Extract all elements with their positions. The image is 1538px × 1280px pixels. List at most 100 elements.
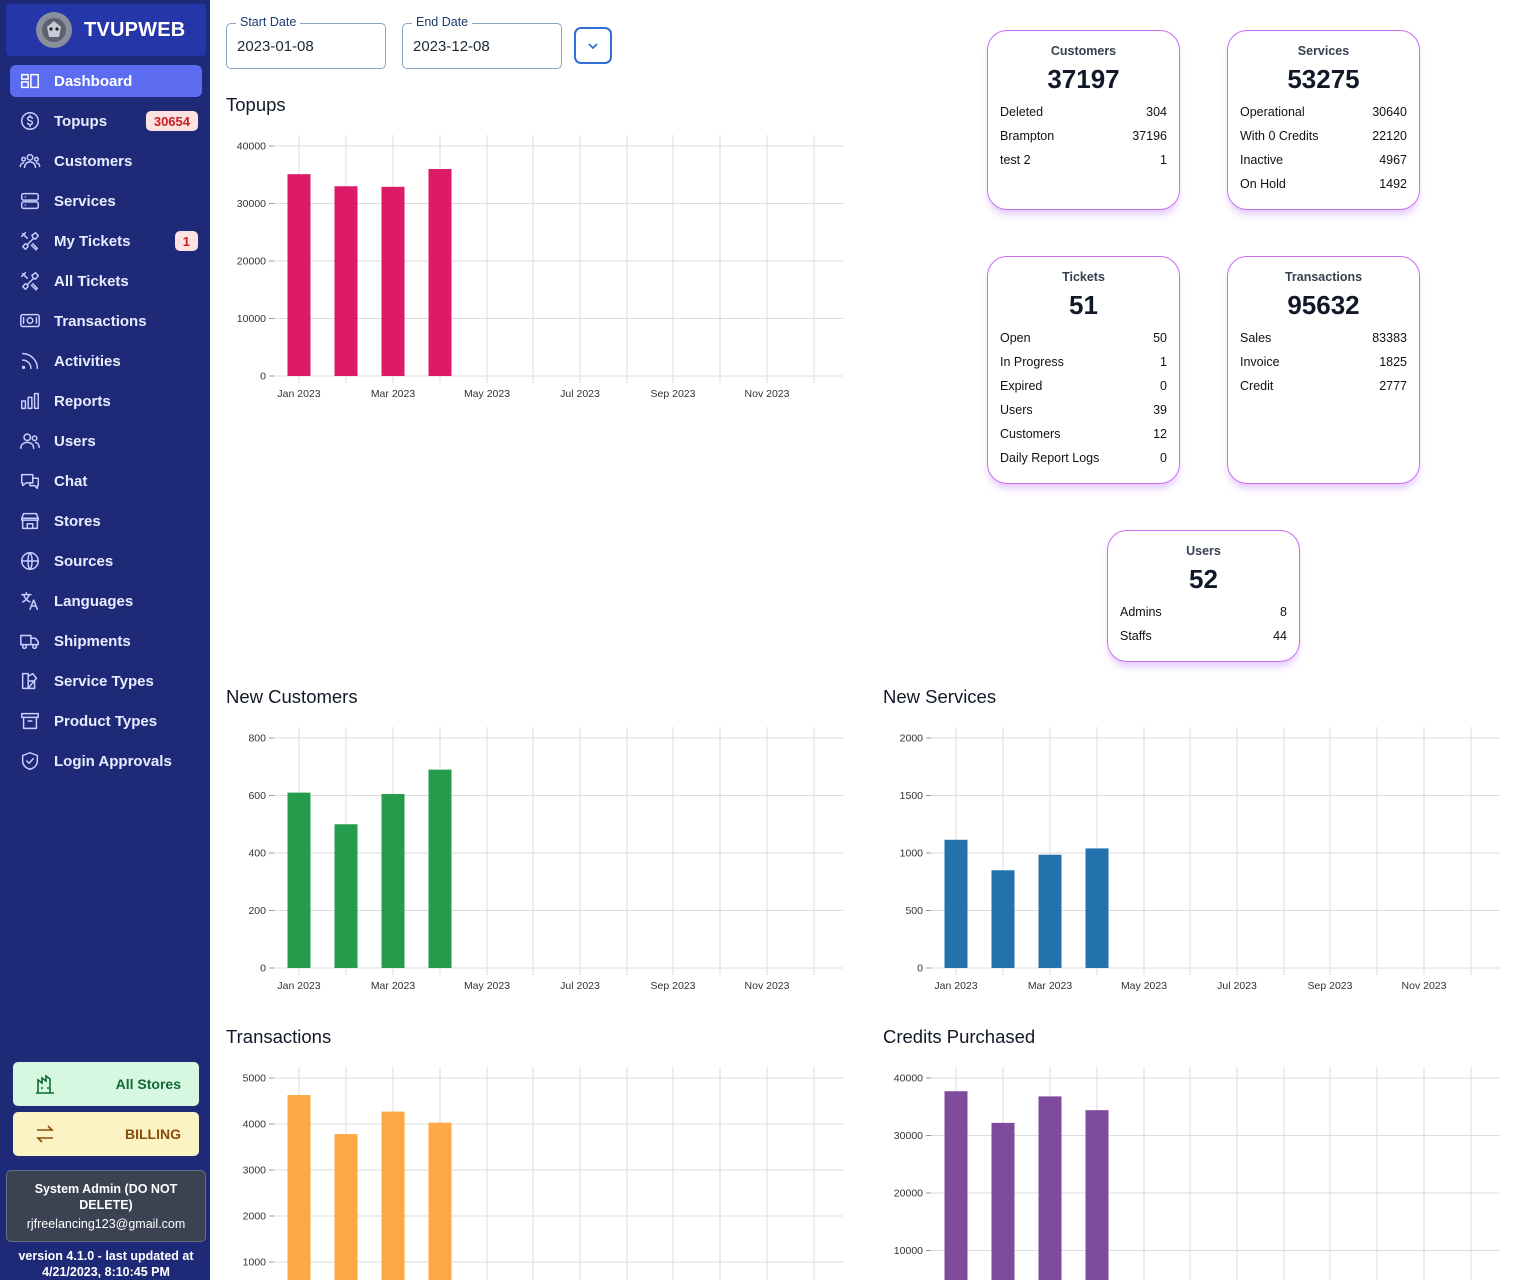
tools-icon xyxy=(18,229,42,253)
y-tick-label: 2000 xyxy=(243,1211,267,1223)
card-stat-label: On Hold xyxy=(1240,177,1286,191)
sidebar-item-product-types[interactable]: Product Types xyxy=(10,705,202,737)
bar xyxy=(287,1095,311,1280)
sidebar-item-reports[interactable]: Reports xyxy=(10,385,202,417)
x-tick-label: Jan 2023 xyxy=(934,980,977,992)
card-stat-value: 0 xyxy=(1160,451,1167,465)
y-tick-label: 3000 xyxy=(243,1165,267,1177)
sidebar-item-customers[interactable]: Customers xyxy=(10,145,202,177)
new-services-chart-title: New Services xyxy=(883,686,997,707)
card-title: Users xyxy=(1186,544,1221,558)
brand-logo-icon xyxy=(36,12,72,48)
card-stat-value: 12 xyxy=(1153,427,1167,441)
y-tick-label: 1500 xyxy=(900,790,924,802)
card-stat-row: Inactive 4967 xyxy=(1228,148,1419,172)
end-date-value: 2023-12-08 xyxy=(413,38,490,55)
card-stat-row: Open 50 xyxy=(988,326,1179,350)
card-stat-label: Daily Report Logs xyxy=(1000,451,1100,465)
card-stat-value: 8 xyxy=(1280,605,1287,619)
swatch-icon xyxy=(18,669,42,693)
count-badge: 30654 xyxy=(145,111,198,131)
sidebar-item-login-approvals[interactable]: Login Approvals xyxy=(10,745,202,777)
end-date-field[interactable]: End Date 2023-12-08 xyxy=(402,15,562,69)
start-date-field[interactable]: Start Date 2023-01-08 xyxy=(226,15,386,69)
bar xyxy=(287,174,311,376)
users-stat-card: Users 52 Admins 8 Staffs 44 xyxy=(1107,530,1300,662)
card-stat-label: Invoice xyxy=(1240,355,1280,369)
shield-check-icon xyxy=(18,749,42,773)
sidebar-item-users[interactable]: Users xyxy=(10,425,202,457)
count-badge: 1 xyxy=(174,231,198,251)
card-stat-row: With 0 Credits 22120 xyxy=(1228,124,1419,148)
sidebar-item-stores[interactable]: Stores xyxy=(10,505,202,537)
sidebar-item-languages[interactable]: Languages xyxy=(10,585,202,617)
bar xyxy=(334,186,358,376)
card-stat-value: 83383 xyxy=(1372,331,1407,345)
all-stores-button[interactable]: All Stores xyxy=(13,1062,199,1106)
transactions-chart-title: Transactions xyxy=(226,1026,332,1047)
rss-icon xyxy=(18,349,42,373)
y-tick-label: 20000 xyxy=(894,1188,923,1200)
card-stat-value: 30640 xyxy=(1372,105,1407,119)
card-stat-row: Admins 8 xyxy=(1108,600,1299,624)
transactions-stat-card: Transactions 95632 Sales 83383 Invoice 1825 Cr… xyxy=(1227,256,1420,484)
user-card[interactable]: System Admin (DO NOT DELETE) rjfreelanci… xyxy=(6,1170,206,1242)
sidebar-item-activities[interactable]: Activities xyxy=(10,345,202,377)
brand-header[interactable]: TVUPWEB xyxy=(6,4,206,56)
credits-purchased-chart-title: Credits Purchased xyxy=(883,1026,1036,1047)
arrows-exchange-icon xyxy=(36,1125,54,1143)
sidebar-item-label: Dashboard xyxy=(54,72,133,90)
sidebar-item-label: Reports xyxy=(54,392,111,410)
card-total: 51 xyxy=(1069,290,1098,320)
card-stat-label: Open xyxy=(1000,331,1031,345)
card-stat-row: Invoice 1825 xyxy=(1228,350,1419,374)
sidebar-item-shipments[interactable]: Shipments xyxy=(10,625,202,657)
sidebar-item-dashboard[interactable]: Dashboard xyxy=(10,65,202,97)
sidebar-item-sources[interactable]: Sources xyxy=(10,545,202,577)
version-text: version 4.1.0 - last updated at 4/21/202… xyxy=(18,1249,194,1279)
card-stat-label: With 0 Credits xyxy=(1240,129,1319,143)
users-icon xyxy=(18,429,42,453)
sidebar-item-all-tickets[interactable]: All Tickets xyxy=(10,265,202,297)
sidebar-item-transactions[interactable]: Transactions xyxy=(10,305,202,337)
sidebar: TVUPWEB Dashboard Topups 30654 Customers Ser… xyxy=(0,0,210,1280)
card-stat-label: Sales xyxy=(1240,331,1272,345)
archive-icon xyxy=(18,709,42,733)
bar xyxy=(381,794,405,968)
sidebar-item-label: Service Types xyxy=(54,672,154,690)
card-stat-value: 1492 xyxy=(1379,177,1407,191)
store-chart-icon xyxy=(36,1074,54,1094)
y-tick-label: 40000 xyxy=(237,141,266,153)
card-stat-label: Credit xyxy=(1240,379,1274,393)
x-tick-label: Sep 2023 xyxy=(651,388,696,400)
billing-button[interactable]: BILLING xyxy=(13,1112,199,1156)
sidebar-item-topups[interactable]: Topups 30654 xyxy=(10,105,202,137)
new-customers-chart: 0 200 400 600 800 Jan 2023 Mar 2023 May 2023 Jul… xyxy=(248,727,843,992)
dashboard-icon xyxy=(18,69,42,93)
sidebar-item-service-types[interactable]: Service Types xyxy=(10,665,202,697)
bar xyxy=(944,839,968,968)
y-tick-label: 0 xyxy=(260,371,266,383)
card-stat-row: Credit 2777 xyxy=(1228,374,1419,398)
sidebar-item-my-tickets[interactable]: My Tickets 1 xyxy=(10,225,202,257)
card-total: 53275 xyxy=(1287,64,1360,94)
card-stat-row: Expired 0 xyxy=(988,374,1179,398)
sidebar-item-label: Topups xyxy=(54,112,108,130)
bar xyxy=(287,792,311,968)
card-stat-label: Inactive xyxy=(1240,153,1284,167)
card-stat-row: test 2 1 xyxy=(988,148,1179,172)
sidebar-item-services[interactable]: Services xyxy=(10,185,202,217)
topups-chart-title: Topups xyxy=(226,94,286,115)
date-range-dropdown-button[interactable] xyxy=(574,27,612,64)
card-stat-value: 44 xyxy=(1273,629,1287,643)
card-title: Tickets xyxy=(1062,270,1105,284)
bar xyxy=(1038,854,1062,968)
services-stat-card: Services 53275 Operational 30640 With 0 Cred… xyxy=(1227,30,1420,210)
store-icon xyxy=(18,509,42,533)
all-stores-label: All Stores xyxy=(115,1076,181,1092)
x-tick-label: Sep 2023 xyxy=(651,980,696,992)
card-stat-label: In Progress xyxy=(1000,355,1064,369)
dollar-icon xyxy=(18,109,42,133)
sidebar-item-chat[interactable]: Chat xyxy=(10,465,202,497)
card-stat-label: test 2 xyxy=(1000,153,1031,167)
